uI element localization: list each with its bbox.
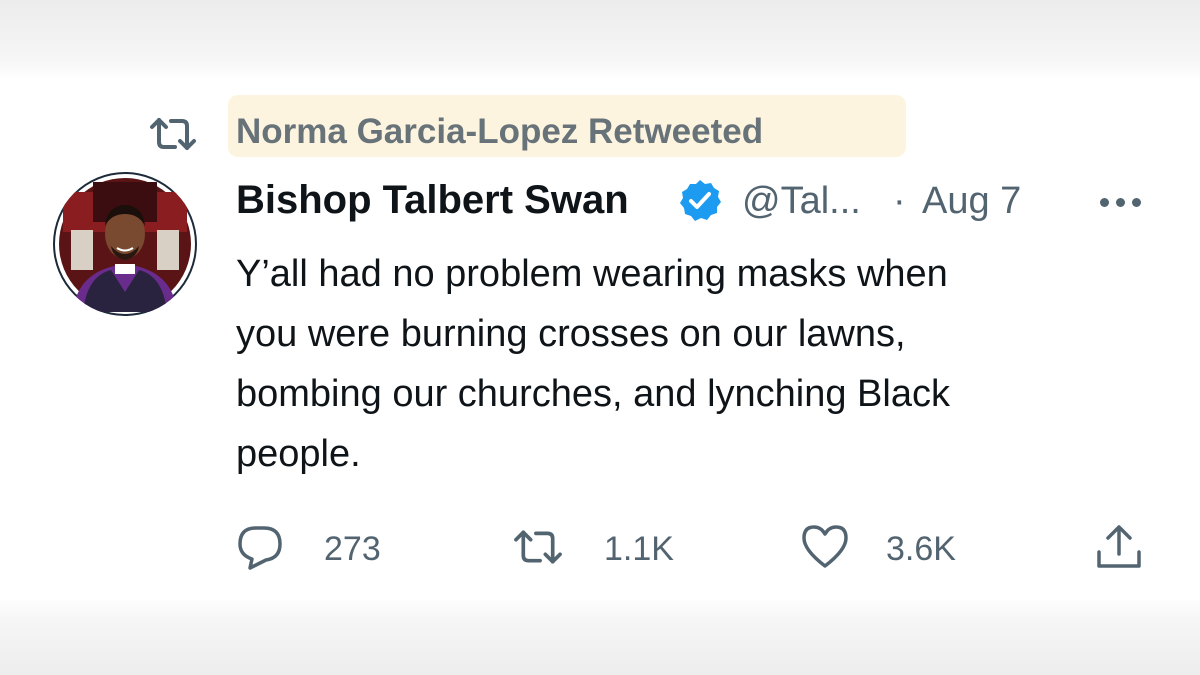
retweet-icon <box>514 530 562 564</box>
tweet-text-line: bombing our churches, and lynching Black <box>236 373 950 415</box>
tweet-text-line: people. <box>236 433 361 475</box>
author-handle[interactable]: @Tal... <box>742 180 861 223</box>
more-options-icon[interactable] <box>1098 196 1144 210</box>
like-button[interactable]: 3.6K <box>800 522 980 578</box>
heart-icon <box>802 525 848 568</box>
like-count: 3.6K <box>886 530 956 568</box>
reply-count: 273 <box>324 530 381 568</box>
retweet-button[interactable]: 1.1K <box>508 522 678 578</box>
share-icon <box>1097 525 1141 568</box>
share-button[interactable] <box>1094 522 1146 578</box>
reply-button[interactable]: 273 <box>236 522 406 578</box>
retweet-banner-text[interactable]: Norma Garcia-Lopez Retweeted <box>236 112 763 152</box>
avatar[interactable] <box>53 172 197 316</box>
reply-icon <box>238 526 282 570</box>
tweet-text-line: Y’all had no problem wearing masks when <box>236 253 948 295</box>
tweet-text: Y’all had no problem wearing masks when … <box>236 244 1116 484</box>
retweet-count: 1.1K <box>604 530 674 568</box>
author-name[interactable]: Bishop Talbert Swan <box>236 178 629 223</box>
verified-badge-icon <box>680 180 721 221</box>
separator-dot: · <box>893 180 906 222</box>
tweet-date[interactable]: Aug 7 <box>922 180 1021 223</box>
retweet-icon <box>150 118 196 150</box>
tweet-text-line: you were burning crosses on our lawns, <box>236 313 906 355</box>
